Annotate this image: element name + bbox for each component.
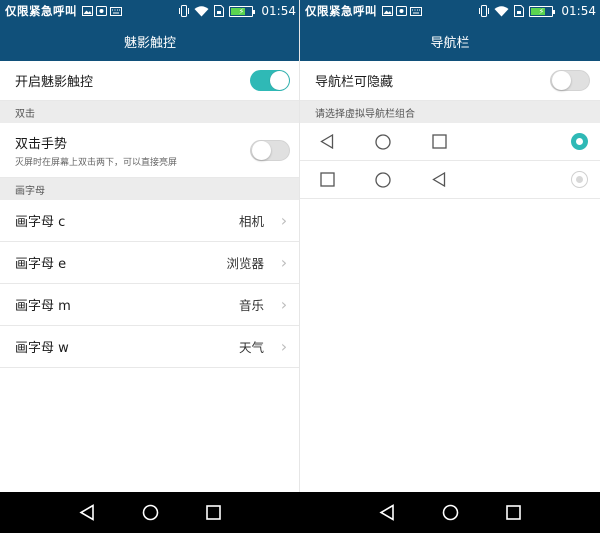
chevron-right-icon: › [280, 337, 288, 356]
letter-w-value: 天气 [238, 340, 264, 355]
double-tap-description: 灭屏时在屏幕上双击两下，可以直接亮屏 [15, 157, 178, 168]
back-icon[interactable] [79, 504, 95, 521]
navbar-hideable-row[interactable]: 导航栏可隐藏 [300, 61, 600, 101]
clock: 01:54 [261, 4, 296, 18]
left-nav-buttons [0, 492, 300, 533]
carrier-text: 仅限紧急呼叫 [5, 4, 77, 18]
enable-ghost-touch-label: 开启魅影触控 [15, 75, 94, 90]
page-title: 魅影触控 [0, 22, 300, 61]
carrier-text: 仅限紧急呼叫 [305, 4, 377, 18]
system-navigation-bar [0, 492, 600, 533]
navbar-combo-option-2[interactable] [300, 161, 600, 199]
right-nav-buttons [300, 492, 600, 533]
section-draw-letters: 画字母 [0, 178, 300, 200]
status-bar: 仅限紧急呼叫 ⚡ 01:54 [300, 0, 600, 22]
letter-m-label: 画字母 m [15, 299, 71, 314]
letter-e-label: 画字母 e [15, 257, 67, 272]
letter-c-value: 相机 [238, 214, 264, 229]
letter-e-row[interactable]: 画字母 e 浏览器 › [0, 242, 300, 284]
home-icon[interactable] [442, 504, 459, 521]
right-screen: 仅限紧急呼叫 ⚡ 01:54 导航栏 导航栏可隐藏 请选择虚拟导航栏组合 [300, 0, 600, 492]
navbar-combo-option-1[interactable] [300, 123, 600, 161]
left-screen: 仅限紧急呼叫 ⚡ 01:54 魅影触控 开启魅影触控 双击 双击手势 灭屏时在屏… [0, 0, 300, 492]
sim-icon [214, 5, 225, 17]
keyboard-icon [410, 6, 422, 16]
section-double-tap: 双击 [0, 101, 300, 123]
image-icon [82, 6, 93, 16]
home-icon [355, 171, 411, 188]
combo-1-radio[interactable] [571, 133, 588, 150]
vibrate-icon [479, 5, 490, 17]
letter-c-label: 画字母 c [15, 215, 66, 230]
double-tap-title: 双击手势 [15, 136, 68, 152]
recent-icon[interactable] [206, 505, 221, 520]
wifi-icon [194, 5, 209, 16]
image-icon [382, 6, 393, 16]
gallery-icon [396, 6, 407, 16]
status-bar: 仅限紧急呼叫 ⚡ 01:54 [0, 0, 300, 22]
page-title: 导航栏 [300, 22, 600, 61]
enable-ghost-touch-row[interactable]: 开启魅影触控 [0, 61, 300, 101]
chevron-right-icon: › [280, 253, 288, 272]
letter-m-value: 音乐 [238, 298, 264, 313]
double-tap-switch[interactable] [250, 139, 290, 161]
letter-w-label: 画字母 w [15, 341, 69, 356]
navbar-hideable-label: 导航栏可隐藏 [315, 75, 394, 90]
letter-m-row[interactable]: 画字母 m 音乐 › [0, 284, 300, 326]
chevron-right-icon: › [280, 295, 288, 314]
keyboard-icon [110, 6, 122, 16]
navbar-hideable-switch[interactable] [550, 70, 590, 91]
sim-icon [514, 5, 525, 17]
wifi-icon [494, 5, 509, 16]
gallery-icon [96, 6, 107, 16]
double-tap-gesture-row[interactable]: 双击手势 灭屏时在屏幕上双击两下，可以直接亮屏 [0, 123, 300, 178]
combo-2-radio[interactable] [571, 171, 588, 188]
home-icon[interactable] [142, 504, 159, 521]
letter-w-row[interactable]: 画字母 w 天气 › [0, 326, 300, 368]
battery-icon: ⚡ [529, 5, 556, 17]
enable-ghost-touch-switch[interactable] [250, 70, 290, 91]
battery-icon: ⚡ [229, 5, 256, 17]
recent-icon [411, 134, 467, 150]
letter-e-value: 浏览器 [226, 256, 264, 271]
recent-icon[interactable] [506, 505, 521, 520]
section-navbar-combo: 请选择虚拟导航栏组合 [300, 101, 600, 123]
letter-c-row[interactable]: 画字母 c 相机 › [0, 200, 300, 242]
back-icon [411, 172, 467, 188]
back-icon[interactable] [379, 504, 395, 521]
chevron-right-icon: › [280, 211, 288, 230]
vibrate-icon [179, 5, 190, 17]
recent-icon [300, 172, 355, 188]
home-icon [355, 133, 411, 150]
back-icon [300, 134, 355, 150]
clock: 01:54 [561, 4, 596, 18]
